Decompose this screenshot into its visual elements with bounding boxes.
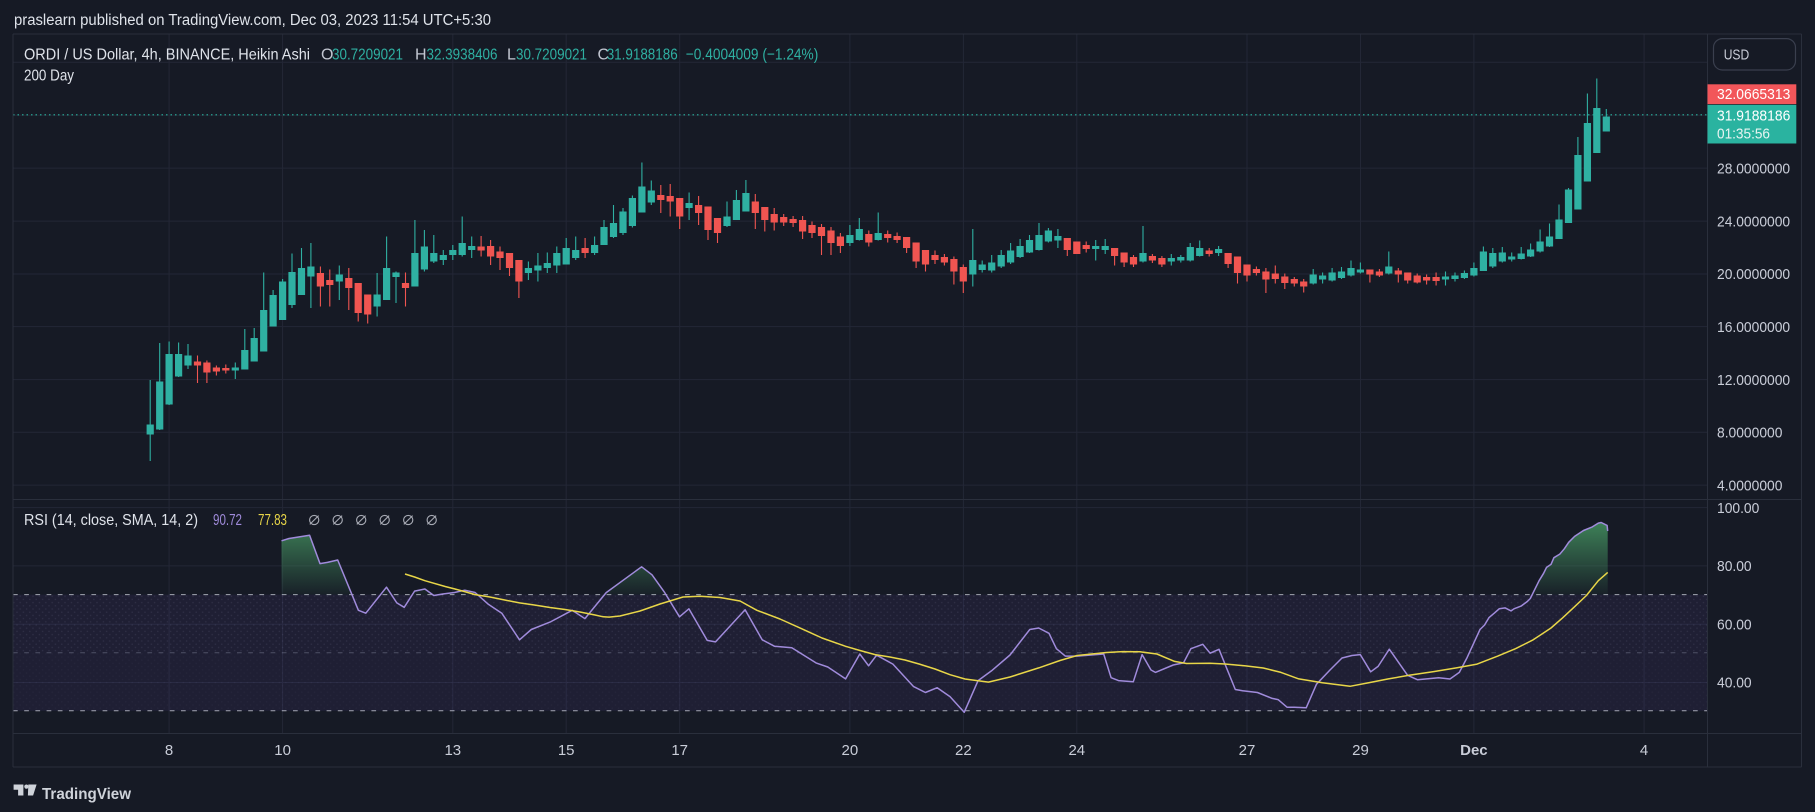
- svg-text:8: 8: [165, 742, 173, 759]
- svg-text:100.00: 100.00: [1717, 500, 1759, 517]
- svg-text:8.0000000: 8.0000000: [1717, 424, 1782, 441]
- svg-text:17: 17: [671, 742, 688, 759]
- svg-text:16.0000000: 16.0000000: [1717, 319, 1790, 336]
- svg-text:15: 15: [558, 742, 575, 759]
- svg-text:32.3938406: 32.3938406: [427, 47, 498, 64]
- svg-text:Dec: Dec: [1460, 742, 1488, 759]
- svg-text:TradingView: TradingView: [42, 786, 132, 803]
- svg-text:28.0000000: 28.0000000: [1717, 160, 1790, 177]
- svg-text:4.0000000: 4.0000000: [1717, 477, 1782, 494]
- svg-text:ORDI / US Dollar, 4h, BINANCE,: ORDI / US Dollar, 4h, BINANCE, Heikin As…: [24, 47, 310, 64]
- svg-text:30.7209021: 30.7209021: [332, 47, 403, 64]
- svg-text:31.9188186: 31.9188186: [607, 47, 678, 64]
- svg-text:20.0000000: 20.0000000: [1717, 266, 1790, 283]
- svg-text:RSI (14, close, SMA, 14, 2): RSI (14, close, SMA, 14, 2): [24, 512, 198, 529]
- svg-text:22: 22: [955, 742, 972, 759]
- svg-text:32.0665313: 32.0665313: [1717, 86, 1790, 103]
- svg-text:praslearn published on Trading: praslearn published on TradingView.com, …: [14, 12, 491, 29]
- svg-text:L: L: [507, 47, 516, 64]
- svg-text:13: 13: [444, 742, 461, 759]
- svg-text:90.72: 90.72: [213, 512, 242, 529]
- svg-text:4: 4: [1640, 742, 1648, 759]
- svg-text:01:35:56: 01:35:56: [1717, 126, 1770, 143]
- svg-text:200 Day: 200 Day: [24, 68, 74, 85]
- svg-text:27: 27: [1239, 742, 1256, 759]
- svg-text:24: 24: [1068, 742, 1085, 759]
- svg-text:USD: USD: [1724, 47, 1750, 64]
- svg-text:30.7209021: 30.7209021: [516, 47, 587, 64]
- svg-text:77.83: 77.83: [258, 512, 287, 529]
- svg-text:10: 10: [274, 742, 291, 759]
- svg-text:29: 29: [1352, 742, 1369, 759]
- svg-text:60.00: 60.00: [1717, 616, 1752, 633]
- svg-text:31.9188186: 31.9188186: [1717, 108, 1790, 125]
- svg-text:80.00: 80.00: [1717, 558, 1752, 575]
- svg-text:H: H: [415, 47, 427, 64]
- svg-text:40.00: 40.00: [1717, 675, 1752, 692]
- svg-text:−0.4004009 (−1.24%): −0.4004009 (−1.24%): [686, 47, 819, 64]
- svg-text:12.0000000: 12.0000000: [1717, 372, 1790, 389]
- svg-text:24.0000000: 24.0000000: [1717, 213, 1790, 230]
- svg-text:20: 20: [842, 742, 859, 759]
